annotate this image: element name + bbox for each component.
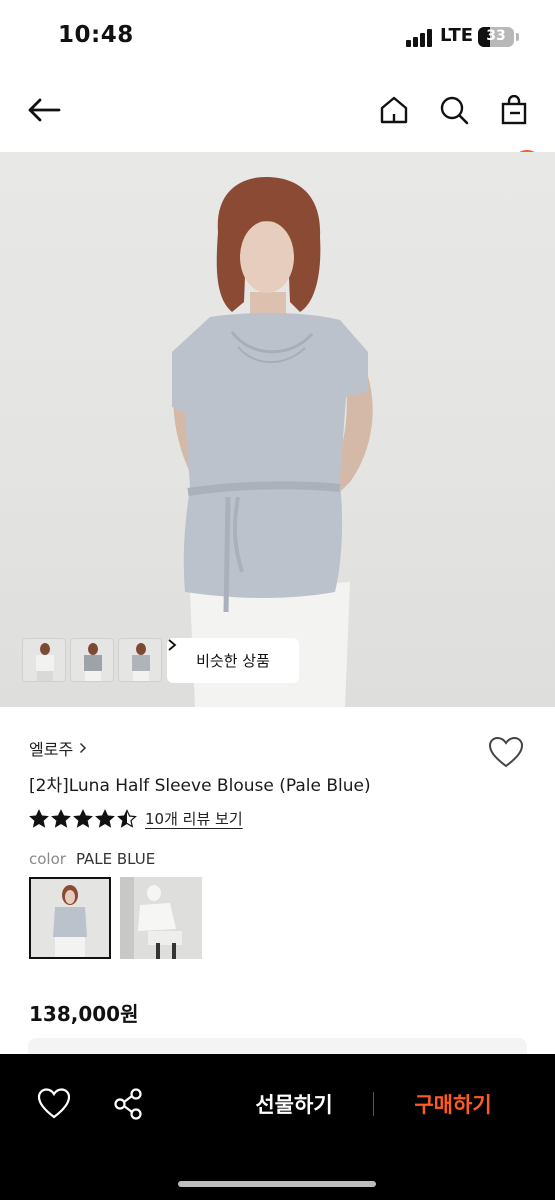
color-row: color PALE BLUE (29, 850, 155, 868)
status-bar: 10:48 LTE 33 (0, 0, 555, 72)
brand-name: 엘로주 (29, 740, 74, 759)
heart-icon (488, 736, 524, 768)
chevron-right-icon (168, 639, 177, 651)
thumbnail-3[interactable] (118, 638, 162, 682)
status-time: 10:48 (58, 22, 134, 48)
thumbnail-2[interactable] (70, 638, 114, 682)
back-button[interactable] (20, 86, 68, 134)
similar-products-label: 비슷한 상품 (196, 652, 270, 670)
arrow-left-icon (28, 98, 61, 122)
star-full-icon (95, 808, 115, 828)
bar-divider (373, 1092, 374, 1116)
rating-row: 10개 리뷰 보기 (29, 808, 243, 829)
price: 138,000원 (29, 1002, 139, 1026)
favorite-button[interactable] (486, 733, 526, 773)
star-full-icon (73, 808, 93, 828)
shopping-bag-icon (501, 95, 527, 125)
home-indicator (178, 1181, 376, 1187)
color-swatches (29, 877, 202, 959)
cart-button[interactable] (490, 86, 538, 134)
product-image[interactable]: 비슷한 상품 (0, 152, 555, 707)
heart-icon (37, 1088, 71, 1119)
thumbnail-1[interactable] (22, 638, 66, 682)
model-photo (172, 177, 373, 707)
review-link[interactable]: 10개 리뷰 보기 (145, 808, 243, 829)
battery-cap (516, 33, 519, 41)
home-button[interactable] (370, 86, 418, 134)
network-label: LTE (440, 25, 474, 46)
top-nav: 9 (0, 72, 555, 182)
chevron-right-icon (80, 742, 87, 754)
product-title: [2차]Luna Half Sleeve Blouse (Pale Blue) (29, 776, 371, 796)
color-swatch-pale-blue[interactable] (29, 877, 111, 959)
color-value: PALE BLUE (75, 850, 156, 868)
thumbnail-strip (22, 638, 162, 682)
color-label: color (29, 850, 66, 868)
share-icon (114, 1088, 142, 1120)
buy-button[interactable]: 구매하기 (397, 1086, 509, 1124)
home-icon (380, 96, 408, 124)
brand-link[interactable]: 엘로주 (29, 736, 87, 760)
star-rating (29, 808, 137, 829)
star-half-icon (117, 808, 137, 828)
battery-icon: 33 (478, 27, 514, 47)
battery-percent: 33 (486, 28, 506, 44)
star-full-icon (29, 808, 49, 828)
bottom-action-bar: 선물하기 구매하기 (0, 1054, 555, 1200)
share-button[interactable] (108, 1084, 148, 1124)
wishlist-button[interactable] (34, 1084, 74, 1124)
star-full-icon (51, 808, 71, 828)
color-swatch-white[interactable] (120, 877, 202, 959)
gift-button[interactable]: 선물하기 (238, 1086, 350, 1124)
similar-products-button[interactable]: 비슷한 상품 (167, 638, 299, 683)
search-icon (440, 96, 469, 125)
search-button[interactable] (430, 86, 478, 134)
signal-icon (406, 29, 434, 47)
